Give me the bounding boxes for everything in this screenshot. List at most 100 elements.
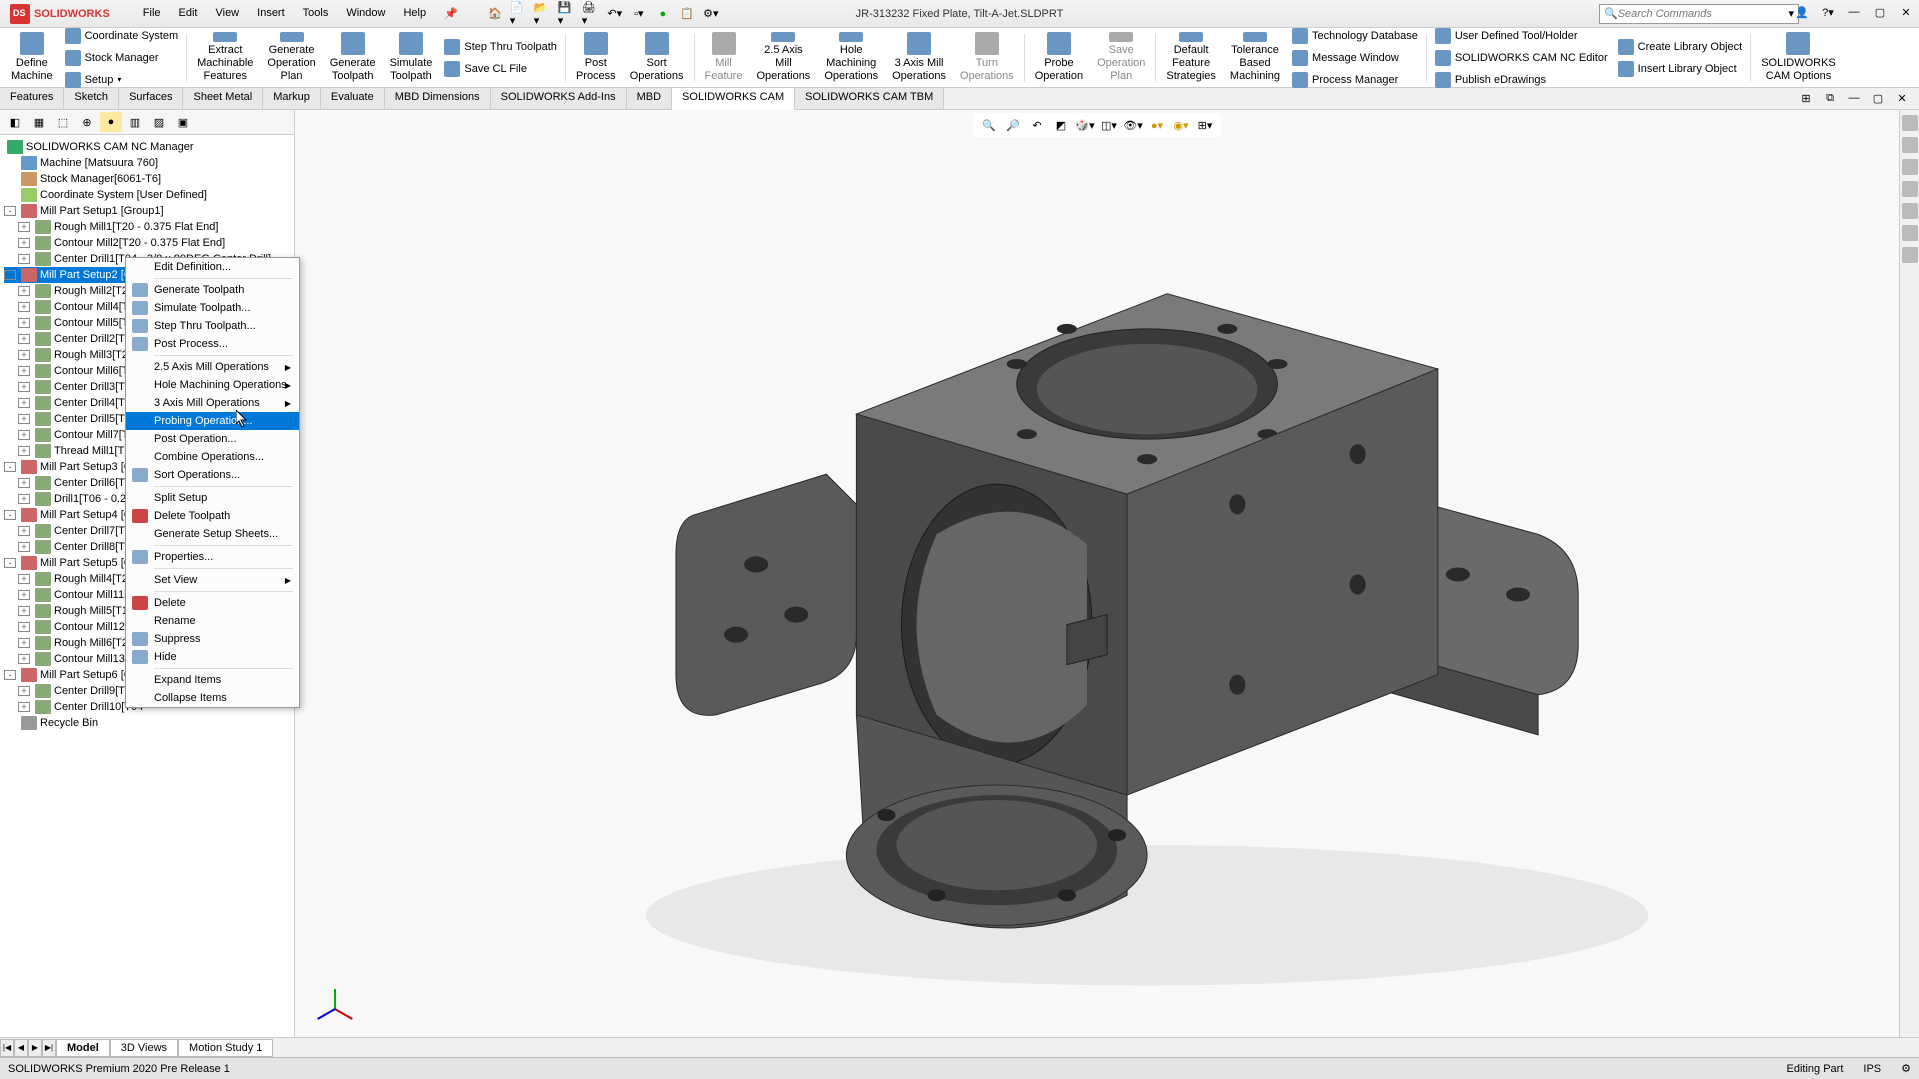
hide-show-icon[interactable]: 👁▾ xyxy=(1123,115,1143,135)
status-units[interactable]: IPS xyxy=(1863,1063,1881,1075)
ctx-properties[interactable]: Properties... xyxy=(126,548,299,566)
expand-icon[interactable]: + xyxy=(18,286,30,296)
expand-icon[interactable]: + xyxy=(18,478,30,488)
tab-mbd[interactable]: MBD xyxy=(627,88,672,109)
menu-edit[interactable]: Edit xyxy=(171,3,206,24)
taskpane-home-icon[interactable] xyxy=(1902,115,1918,131)
appearance-icon[interactable]: ●▾ xyxy=(1147,115,1167,135)
taskpane-file-icon[interactable] xyxy=(1902,159,1918,175)
tree-tab-8-icon[interactable]: ▣ xyxy=(172,112,194,132)
hole-machining-button[interactable]: Hole Machining Operations xyxy=(818,30,884,86)
menu-tools[interactable]: Tools xyxy=(295,3,337,24)
tab-evaluate[interactable]: Evaluate xyxy=(321,88,385,109)
setup-button[interactable]: Setup▾ xyxy=(61,70,183,90)
expand-icon[interactable]: + xyxy=(18,574,30,584)
maximize-icon[interactable]: ▢ xyxy=(1872,6,1888,22)
tab-sw-addins[interactable]: SOLIDWORKS Add-Ins xyxy=(491,88,627,109)
menu-view[interactable]: View xyxy=(207,3,247,24)
ctx-3-axis-mill[interactable]: 3 Axis Mill Operations▶ xyxy=(126,394,299,412)
post-process-button[interactable]: Post Process xyxy=(570,30,622,86)
tab-sketch[interactable]: Sketch xyxy=(64,88,119,109)
new-icon[interactable]: 📄▾ xyxy=(510,5,528,23)
ctx-simulate-toolpath[interactable]: Simulate Toolpath... xyxy=(126,299,299,317)
tree-tab-4-icon[interactable]: ⊕ xyxy=(76,112,98,132)
save-plan-button[interactable]: Save Operation Plan xyxy=(1091,30,1151,86)
status-gear-icon[interactable]: ⚙ xyxy=(1901,1062,1911,1075)
tree-tab-5-icon[interactable]: ● xyxy=(100,112,122,132)
expand-icon[interactable]: + xyxy=(18,622,30,632)
ctx-expand-items[interactable]: Expand Items xyxy=(126,671,299,689)
undo-icon[interactable]: ↶▾ xyxy=(606,5,624,23)
nc-editor-button[interactable]: SOLIDWORKS CAM NC Editor xyxy=(1431,48,1612,68)
mill-feature-button[interactable]: Mill Feature xyxy=(699,30,749,86)
tab-sheet-metal[interactable]: Sheet Metal xyxy=(183,88,263,109)
tree-machine[interactable]: Machine [Matsuura 760] xyxy=(4,155,290,171)
ctx-probing-operation[interactable]: Probing Operation... xyxy=(126,412,299,430)
viewport-min-icon[interactable]: — xyxy=(1843,88,1865,108)
zoom-fit-icon[interactable]: 🔍 xyxy=(979,115,999,135)
expand-icon[interactable]: + xyxy=(18,654,30,664)
taskpane-forum-icon[interactable] xyxy=(1902,247,1918,263)
ctx-rename[interactable]: Rename xyxy=(126,612,299,630)
default-strategies-button[interactable]: Default Feature Strategies xyxy=(1160,30,1222,86)
ctx-post-operation[interactable]: Post Operation... xyxy=(126,430,299,448)
save-icon[interactable]: 💾▾ xyxy=(558,5,576,23)
tree-tab-7-icon[interactable]: ▨ xyxy=(148,112,170,132)
prev-view-icon[interactable]: ↶ xyxy=(1027,115,1047,135)
taskpane-appearance-icon[interactable] xyxy=(1902,203,1918,219)
generate-plan-button[interactable]: Generate Operation Plan xyxy=(261,30,321,86)
expand-icon[interactable]: + xyxy=(18,526,30,536)
msg-window-button[interactable]: Message Window xyxy=(1288,48,1422,68)
settings-icon[interactable]: ⚙▾ xyxy=(702,5,720,23)
ctx-delete-toolpath[interactable]: Delete Toolpath xyxy=(126,507,299,525)
expand-icon[interactable]: + xyxy=(18,398,30,408)
tree-s1-contour[interactable]: +Contour Mill2[T20 - 0.375 Flat End] xyxy=(4,235,290,251)
ctx-collapse-items[interactable]: Collapse Items xyxy=(126,689,299,707)
ctx-generate-sheets[interactable]: Generate Setup Sheets... xyxy=(126,525,299,543)
menu-window[interactable]: Window xyxy=(338,3,393,24)
expand-icon[interactable]: - xyxy=(4,510,16,520)
expand-icon[interactable]: + xyxy=(18,238,30,248)
expand-icon[interactable]: + xyxy=(18,334,30,344)
probe-op-button[interactable]: Probe Operation xyxy=(1029,30,1089,86)
user-tool-button[interactable]: User Defined Tool/Holder xyxy=(1431,26,1612,46)
ctx-suppress[interactable]: Suppress xyxy=(126,630,299,648)
home-icon[interactable]: 🏠 xyxy=(486,5,504,23)
process-mgr-button[interactable]: Process Manager xyxy=(1288,70,1422,90)
simulate-toolpath-button[interactable]: Simulate Toolpath xyxy=(384,30,439,86)
tree-recycle[interactable]: Recycle Bin xyxy=(4,715,290,731)
taskpane-library-icon[interactable] xyxy=(1902,137,1918,153)
expand-icon[interactable]: + xyxy=(18,366,30,376)
expand-icon[interactable]: + xyxy=(18,702,30,712)
scene-icon[interactable]: ◉▾ xyxy=(1171,115,1191,135)
expand-icon[interactable]: + xyxy=(18,590,30,600)
tree-coord[interactable]: Coordinate System [User Defined] xyxy=(4,187,290,203)
ctx-hide[interactable]: Hide xyxy=(126,648,299,666)
expand-icon[interactable]: + xyxy=(18,446,30,456)
tab-nav-last-icon[interactable]: ▶| xyxy=(42,1039,56,1057)
viewport-close-icon[interactable]: ✕ xyxy=(1891,88,1913,108)
expand-icon[interactable]: + xyxy=(18,318,30,328)
expand-icon[interactable]: + xyxy=(18,222,30,232)
view-orient-icon[interactable]: 🎲▾ xyxy=(1075,115,1095,135)
expand-icon[interactable]: + xyxy=(18,350,30,360)
tab-features[interactable]: Features xyxy=(0,88,64,109)
3d-viewport[interactable]: 🔍 🔎 ↶ ◩ 🎲▾ ◫▾ 👁▾ ●▾ ◉▾ ⊞▾ xyxy=(295,110,1899,1059)
tab-sw-cam-tbm[interactable]: SOLIDWORKS CAM TBM xyxy=(795,88,944,109)
tab-sw-cam[interactable]: SOLIDWORKS CAM xyxy=(672,88,795,110)
expand-icon[interactable]: + xyxy=(18,638,30,648)
print-icon[interactable]: 🖨▾ xyxy=(582,5,600,23)
bottom-tab-3dviews[interactable]: 3D Views xyxy=(110,1039,178,1057)
help-icon[interactable]: ?▾ xyxy=(1820,6,1836,22)
cam-options-button[interactable]: SOLIDWORKS CAM Options xyxy=(1755,30,1842,86)
expand-icon[interactable]: - xyxy=(4,462,16,472)
tree-tab-2-icon[interactable]: ▦ xyxy=(28,112,50,132)
viewport-link-icon[interactable]: ⧉ xyxy=(1819,88,1841,108)
tree-tab-3-icon[interactable]: ⬚ xyxy=(52,112,74,132)
ctx-combine-operations[interactable]: Combine Operations... xyxy=(126,448,299,466)
ctx-set-view[interactable]: Set View▶ xyxy=(126,571,299,589)
taskpane-custom-icon[interactable] xyxy=(1902,225,1918,241)
menu-pin[interactable]: 📌 xyxy=(436,3,466,24)
expand-icon[interactable]: + xyxy=(18,606,30,616)
stock-manager-button[interactable]: Stock Manager xyxy=(61,48,183,68)
